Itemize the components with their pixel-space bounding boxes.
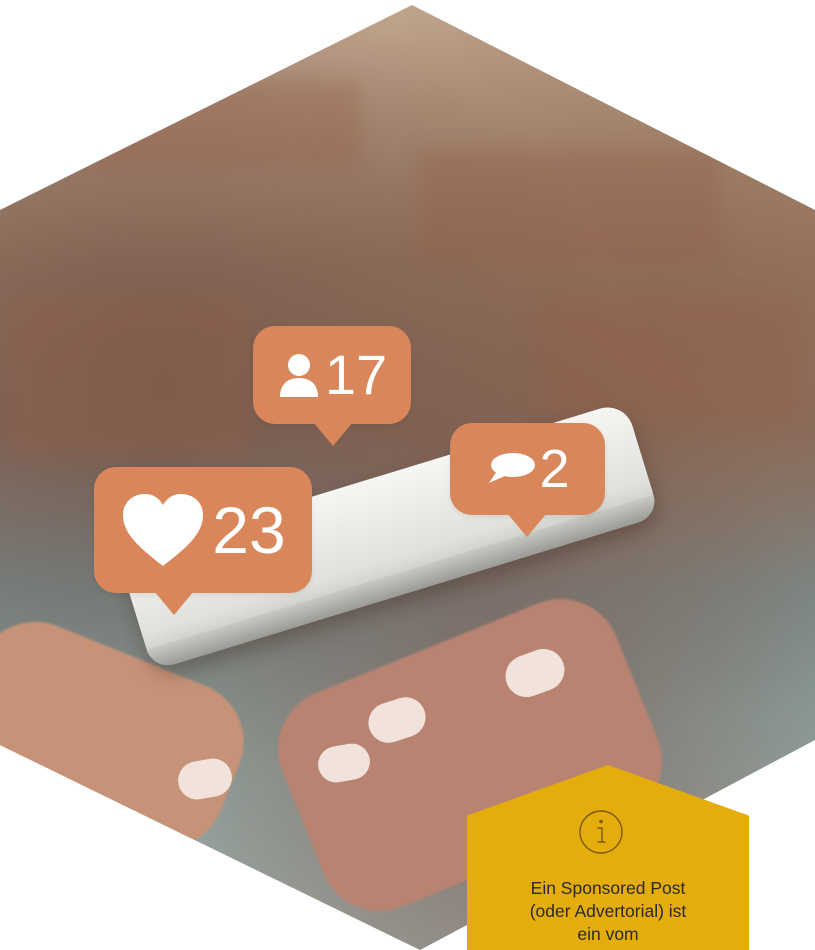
info-text-line: Ein Sponsored Post: [530, 878, 686, 898]
info-text: Ein Sponsored Post (oder Advertorial) is…: [472, 877, 744, 946]
likes-notification-bubble: 23: [94, 467, 312, 615]
info-icon: [578, 809, 624, 855]
followers-notification-bubble: 17: [253, 326, 411, 446]
info-text-line: (oder Advertorial) ist: [529, 901, 687, 921]
heart-icon: [120, 492, 206, 568]
info-text-line: ein vom: [577, 924, 639, 944]
hexagon-image-card: 17 2 23 Ein Sponsored Post (oder Adverto…: [0, 0, 815, 950]
likes-count: 23: [212, 493, 286, 567]
followers-count: 17: [324, 343, 388, 406]
comments-notification-bubble: 2: [450, 423, 605, 537]
comments-count: 2: [539, 439, 570, 499]
speech-bubble-icon: [485, 449, 537, 489]
user-icon: [277, 351, 321, 399]
